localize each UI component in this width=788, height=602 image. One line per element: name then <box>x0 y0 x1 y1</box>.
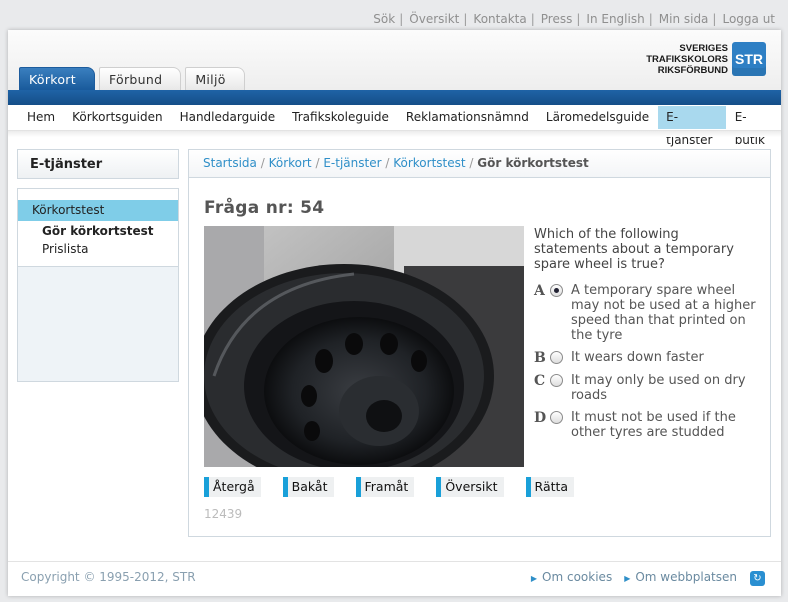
main-nav: Hem Körkortsguiden Handledarguide Trafik… <box>8 105 781 147</box>
answer-list: A A temporary spare wheel may not be use… <box>534 283 764 447</box>
footer-link-cookies[interactable]: ▶ Om cookies <box>531 570 612 584</box>
page: SVERIGES TRAFIKSKOLORS RIKSFÖRBUND STR K… <box>8 30 781 596</box>
nav-item-trafikskoleguide[interactable]: Trafikskoleguide <box>284 106 397 129</box>
footer-links: ▶ Om cookies ▶ Om webbplatsen <box>519 570 737 584</box>
sidebar-title: E-tjänster <box>17 149 179 179</box>
answer-radio-c[interactable] <box>550 374 563 387</box>
answer-option-d[interactable]: D It must not be used if the other tyres… <box>534 410 764 440</box>
top-link-search[interactable]: Sök <box>373 12 395 26</box>
nav-item-e-tjanster[interactable]: E-tjänster <box>658 106 726 147</box>
spare-wheel-photo <box>204 226 524 467</box>
answer-text: A temporary spare wheel may not be used … <box>571 283 756 343</box>
tab-forbund[interactable]: Förbund <box>98 67 182 90</box>
answer-text: It may only be used on dry roads <box>571 373 746 403</box>
answer-radio-a[interactable] <box>550 284 563 297</box>
breadcrumb-korkortstest[interactable]: Körkortstest <box>393 156 465 170</box>
section-tabs: Körkort Förbund Miljö <box>19 66 249 90</box>
answer-letter: C <box>534 373 546 389</box>
question-id: 12439 <box>204 507 243 521</box>
header: SVERIGES TRAFIKSKOLORS RIKSFÖRBUND STR K… <box>8 30 781 90</box>
top-link-press[interactable]: Press <box>541 12 573 26</box>
footer-link-about[interactable]: ▶ Om webbplatsen <box>624 570 737 584</box>
correct-button[interactable]: Rätta <box>525 477 575 497</box>
copyright: Copyright © 1995-2012, STR <box>21 570 196 584</box>
answer-option-b[interactable]: B It wears down faster <box>534 350 764 366</box>
answer-radio-d[interactable] <box>550 411 563 424</box>
answer-text: It must not be used if the other tyres a… <box>571 410 736 440</box>
answer-option-a[interactable]: A A temporary spare wheel may not be use… <box>534 283 764 343</box>
breadcrumb-current: Gör körkortstest <box>477 156 589 170</box>
breadcrumb-korkort[interactable]: Körkort <box>269 156 312 170</box>
nav-item-korkortsguiden[interactable]: Körkortsguiden <box>64 106 170 129</box>
content-panel: Startsida / Körkort / E-tjänster / Körko… <box>188 149 771 537</box>
question-text: Which of the following statements about … <box>534 227 734 272</box>
logo-line-1: SVERIGES <box>679 43 728 54</box>
nav-item-e-butik[interactable]: E-butik <box>727 106 780 147</box>
blue-bar <box>8 90 781 105</box>
question-photo <box>204 226 524 467</box>
sidebar-item-gor-korkortstest[interactable]: Gör körkortstest <box>18 222 178 240</box>
sidebar: Körkortstest Gör körkortstest Prislista <box>17 188 179 382</box>
str-logo[interactable]: SVERIGES TRAFIKSKOLORS RIKSFÖRBUND STR <box>646 42 766 76</box>
arrow-right-icon: ▶ <box>624 574 631 583</box>
top-link-overview[interactable]: Översikt <box>409 12 459 26</box>
top-link-contact[interactable]: Kontakta <box>473 12 526 26</box>
question-title: Fråga nr: 54 <box>204 198 325 218</box>
arrow-right-icon: ▶ <box>530 574 538 583</box>
breadcrumb: Startsida / Körkort / E-tjänster / Körko… <box>189 150 770 178</box>
share-icon[interactable]: ↻ <box>750 571 765 586</box>
logo-line-3: RIKSFÖRBUND <box>657 65 728 76</box>
nav-item-hem[interactable]: Hem <box>19 106 63 129</box>
top-link-english[interactable]: In English <box>586 12 644 26</box>
footer: Copyright © 1995-2012, STR ▶ Om cookies ▶… <box>8 561 781 596</box>
nav-item-reklamationsnamnd[interactable]: Reklamationsnämnd <box>398 106 537 129</box>
logo-badge: STR <box>732 42 766 76</box>
answer-text: It wears down faster <box>571 350 704 365</box>
next-button[interactable]: Framåt <box>355 477 415 497</box>
overview-button[interactable]: Översikt <box>436 477 504 497</box>
answer-radio-b[interactable] <box>550 351 563 364</box>
tab-miljo[interactable]: Miljö <box>185 67 245 90</box>
answer-letter: A <box>534 283 545 299</box>
sidebar-item-prislista[interactable]: Prislista <box>18 240 178 258</box>
top-link-logout[interactable]: Logga ut <box>722 12 775 26</box>
breadcrumb-e-tjanster[interactable]: E-tjänster <box>323 156 381 170</box>
back-to-start-button[interactable]: Återgå <box>204 477 261 497</box>
action-buttons: Återgå Bakåt Framåt Översikt Rätta <box>204 477 596 497</box>
nav-item-handledarguide[interactable]: Handledarguide <box>172 106 284 129</box>
logo-line-2: TRAFIKSKOLORS <box>646 54 728 65</box>
breadcrumb-startsida[interactable]: Startsida <box>203 156 257 170</box>
answer-option-c[interactable]: C It may only be used on dry roads <box>534 373 764 403</box>
answer-letter: D <box>534 410 547 426</box>
top-links: Sök | Översikt | Kontakta | Press | In Engli… <box>373 12 775 26</box>
sidebar-item-korkortstest[interactable]: Körkortstest <box>18 200 178 221</box>
top-link-my-page[interactable]: Min sida <box>659 12 709 26</box>
nav-item-laromedelsguide[interactable]: Läromedelsguide <box>538 106 657 129</box>
previous-button[interactable]: Bakåt <box>282 477 334 497</box>
tab-korkort[interactable]: Körkort <box>19 67 95 90</box>
answer-letter: B <box>534 350 546 366</box>
